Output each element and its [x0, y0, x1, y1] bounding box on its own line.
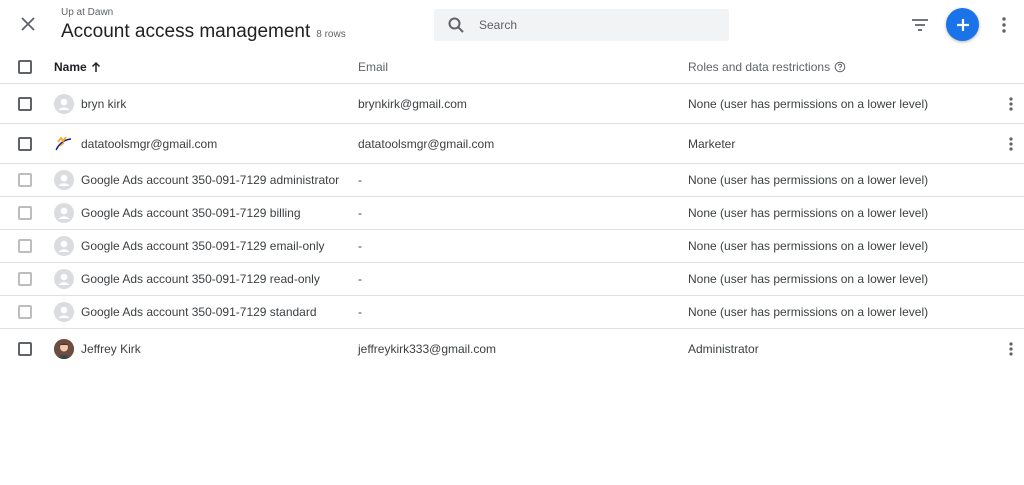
row-more-button[interactable]: [1003, 339, 1019, 359]
cell-email: -: [358, 305, 362, 319]
column-header-name[interactable]: Name: [54, 50, 101, 84]
users-table: Name Email Roles and data restrictions b…: [0, 50, 1024, 369]
cell-name: datatoolsmgr@gmail.com: [54, 124, 217, 163]
page-title: Account access management: [61, 21, 311, 42]
row-more-button[interactable]: [1003, 134, 1019, 154]
table-row[interactable]: datatoolsmgr@gmail.com datatoolsmgr@gmai…: [0, 124, 1024, 164]
arrow-up-icon: [91, 61, 101, 73]
column-header-roles[interactable]: Roles and data restrictions: [688, 50, 846, 84]
row-more-button[interactable]: [1003, 94, 1019, 114]
filter-icon: [912, 19, 928, 31]
cell-name: Google Ads account 350-091-7129 standard: [54, 296, 317, 328]
cell-roles: None (user has permissions on a lower le…: [688, 173, 929, 187]
row-checkbox[interactable]: [18, 239, 32, 253]
row-checkbox[interactable]: [18, 305, 32, 319]
user-photo-icon: [54, 339, 74, 359]
person-icon: [54, 269, 74, 289]
close-icon: [21, 17, 35, 31]
cell-roles: Marketer: [688, 136, 736, 151]
table-row[interactable]: Google Ads account 350-091-7129 administ…: [0, 164, 1024, 197]
cell-roles: None (user has permissions on a lower le…: [688, 305, 929, 319]
more-vert-icon: [1009, 136, 1013, 151]
cell-name: Google Ads account 350-091-7129 billing: [54, 197, 301, 229]
search-input[interactable]: [479, 18, 719, 32]
filter-button[interactable]: [908, 13, 932, 37]
cell-name: Google Ads account 350-091-7129 read-onl…: [54, 263, 320, 295]
table-header: Name Email Roles and data restrictions: [0, 50, 1024, 84]
cell-email: -: [358, 272, 362, 286]
cell-email: jeffreykirk333@gmail.com: [358, 342, 497, 356]
row-checkbox[interactable]: [18, 136, 32, 151]
add-user-button[interactable]: [946, 8, 979, 41]
row-checkbox[interactable]: [18, 96, 32, 111]
row-checkbox[interactable]: [18, 272, 32, 286]
person-icon: [54, 170, 74, 190]
cell-email: brynkirk@gmail.com: [358, 96, 467, 111]
cell-roles: None (user has permissions on a lower le…: [688, 206, 929, 220]
more-vert-icon: [1009, 342, 1013, 356]
cell-name: Google Ads account 350-091-7129 email-on…: [54, 230, 325, 262]
row-checkbox[interactable]: [18, 206, 32, 220]
cell-name: bryn kirk: [54, 84, 126, 123]
table-row[interactable]: Google Ads account 350-091-7129 email-on…: [0, 230, 1024, 263]
logo-icon: [54, 134, 74, 154]
plus-icon: [956, 18, 969, 31]
close-button[interactable]: [16, 12, 40, 36]
table-row[interactable]: Jeffrey Kirk jeffreykirk333@gmail.com Ad…: [0, 329, 1024, 369]
cell-email: -: [358, 206, 362, 220]
title-block: Up at Dawn Account access management 8 r…: [61, 7, 346, 44]
table-row[interactable]: bryn kirk brynkirk@gmail.com None (user …: [0, 84, 1024, 124]
person-icon: [54, 236, 74, 256]
row-checkbox[interactable]: [18, 173, 32, 187]
table-row[interactable]: Google Ads account 350-091-7129 standard…: [0, 296, 1024, 329]
cell-roles: Administrator: [688, 342, 759, 356]
cell-roles: None (user has permissions on a lower le…: [688, 272, 929, 286]
cell-email: -: [358, 173, 362, 187]
cell-roles: None (user has permissions on a lower le…: [688, 96, 929, 111]
search-bar[interactable]: [434, 9, 729, 41]
cell-name: Google Ads account 350-091-7129 administ…: [54, 164, 339, 196]
page-header: Up at Dawn Account access management 8 r…: [0, 0, 1024, 50]
cell-name: Jeffrey Kirk: [54, 329, 141, 369]
person-icon: [54, 93, 74, 114]
account-name: Up at Dawn: [61, 7, 114, 18]
person-icon: [54, 302, 74, 322]
table-row[interactable]: Google Ads account 350-091-7129 read-onl…: [0, 263, 1024, 296]
more-vert-icon: [1002, 17, 1006, 33]
table-row[interactable]: Google Ads account 350-091-7129 billing …: [0, 197, 1024, 230]
search-icon: [446, 15, 466, 35]
more-vert-icon: [1009, 96, 1013, 111]
help-icon[interactable]: [834, 61, 846, 73]
person-icon: [54, 203, 74, 223]
row-checkbox[interactable]: [18, 342, 32, 356]
more-options-button[interactable]: [996, 13, 1012, 37]
cell-email: -: [358, 239, 362, 253]
cell-roles: None (user has permissions on a lower le…: [688, 239, 929, 253]
select-all-checkbox[interactable]: [18, 60, 32, 74]
cell-email: datatoolsmgr@gmail.com: [358, 136, 495, 151]
column-header-email[interactable]: Email: [358, 50, 388, 84]
row-count: 8 rows: [316, 29, 346, 40]
